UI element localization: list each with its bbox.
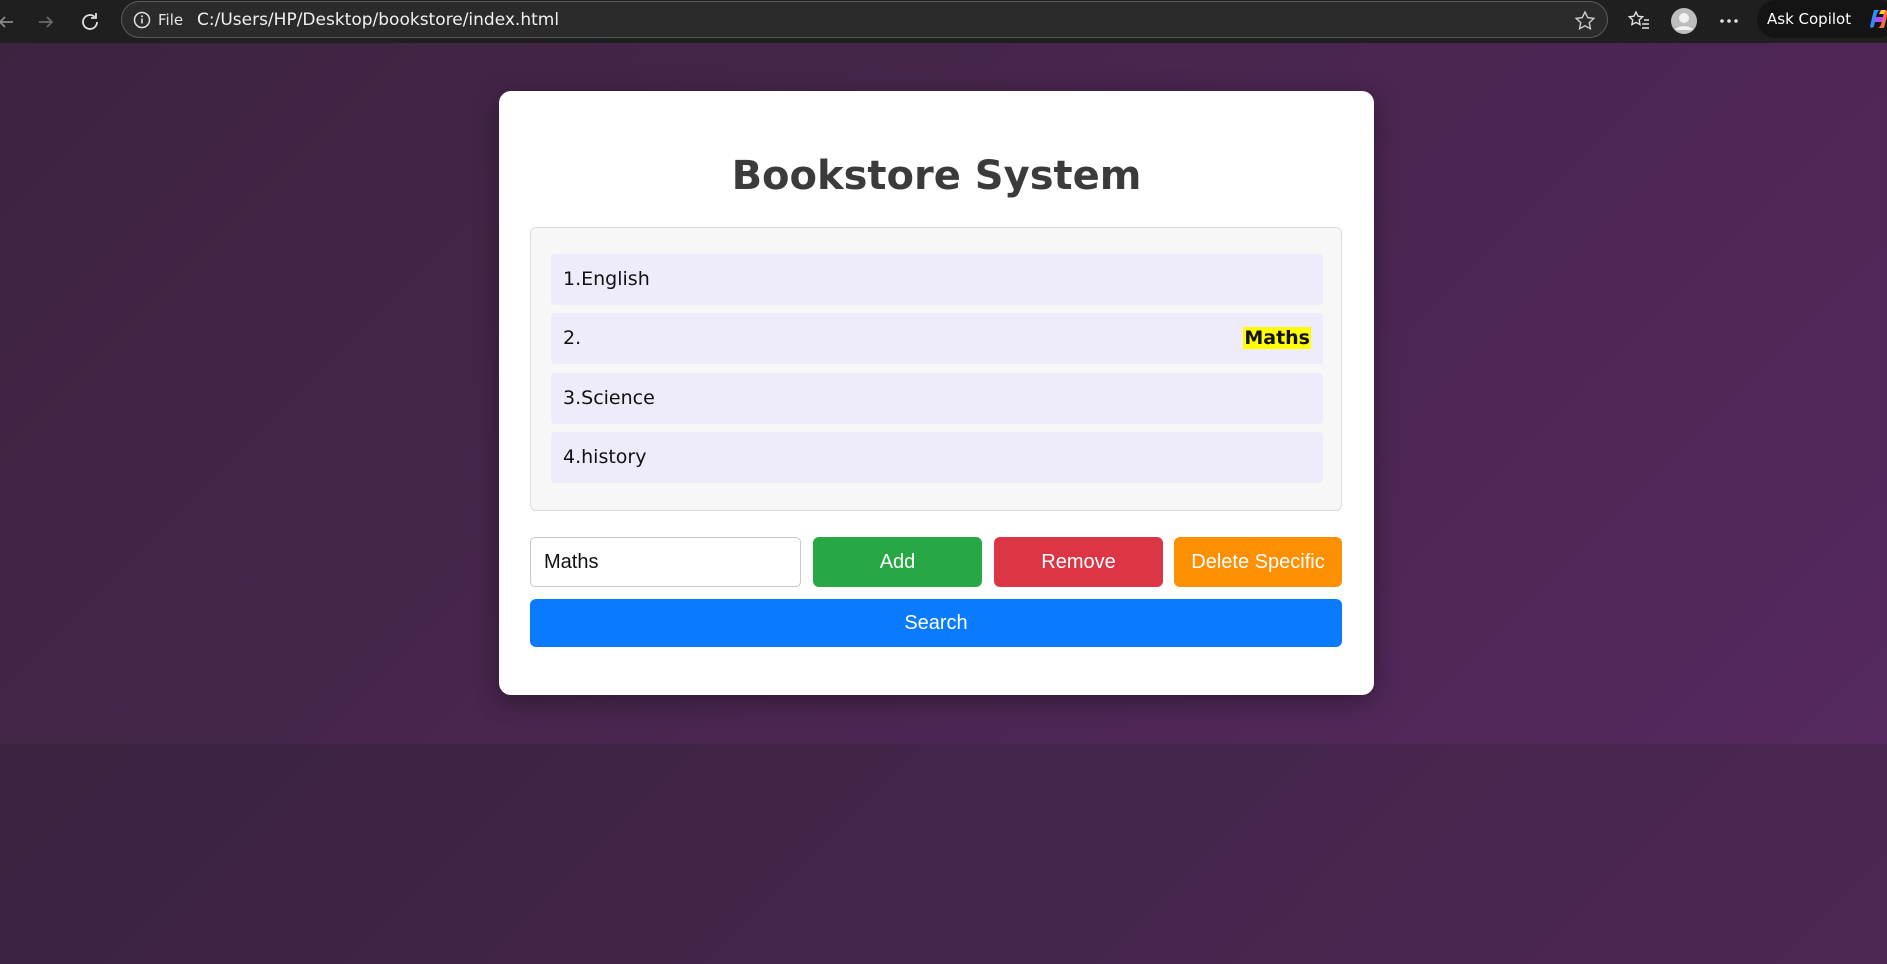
browser-toolbar: File C:/Users/HP/Desktop/bookstore/index… [0, 0, 1887, 43]
list-item-text: 2. [563, 327, 582, 349]
book-list: 1.English 2. Maths 3.Science 4.history [530, 227, 1342, 511]
star-icon[interactable] [1573, 9, 1597, 33]
address-scheme: File [158, 11, 184, 29]
page-title: Bookstore System [731, 153, 1142, 199]
bookstore-card: Bookstore System 1.English 2. Maths 3.Sc… [499, 91, 1374, 695]
back-icon[interactable] [0, 6, 22, 38]
list-item-text: 4.history [563, 446, 647, 468]
list-item: 1.English [551, 254, 1323, 305]
search-button[interactable]: Search [530, 599, 1342, 647]
add-button[interactable]: Add [813, 537, 982, 587]
address-url[interactable]: C:/Users/HP/Desktop/bookstore/index.html [197, 10, 559, 30]
info-icon[interactable] [133, 11, 151, 29]
profile-icon[interactable] [1669, 6, 1699, 36]
ask-copilot-button[interactable]: Ask Copilot [1757, 0, 1887, 38]
copilot-icon [1867, 7, 1887, 31]
delete-specific-button[interactable]: Delete Specific [1174, 537, 1342, 587]
favorites-icon[interactable] [1624, 6, 1654, 36]
address-bar[interactable]: File C:/Users/HP/Desktop/bookstore/index… [121, 1, 1608, 38]
book-name-input[interactable] [530, 537, 801, 587]
page-background [0, 744, 1887, 964]
search-highlight: Maths [1243, 327, 1311, 349]
controls-row: Add Remove Delete Specific [530, 537, 1342, 587]
more-icon[interactable] [1714, 6, 1744, 36]
list-item: 3.Science [551, 373, 1323, 424]
remove-button[interactable]: Remove [994, 537, 1163, 587]
list-item: 2. Maths [551, 313, 1323, 364]
list-item-text: 1.English [563, 268, 650, 290]
ask-copilot-label: Ask Copilot [1767, 10, 1852, 28]
list-item: 4.history [551, 432, 1323, 483]
page-viewport: Bookstore System 1.English 2. Maths 3.Sc… [0, 43, 1887, 744]
list-item-text: 3.Science [563, 387, 655, 409]
refresh-icon[interactable] [74, 6, 106, 38]
forward-icon[interactable] [30, 6, 62, 38]
